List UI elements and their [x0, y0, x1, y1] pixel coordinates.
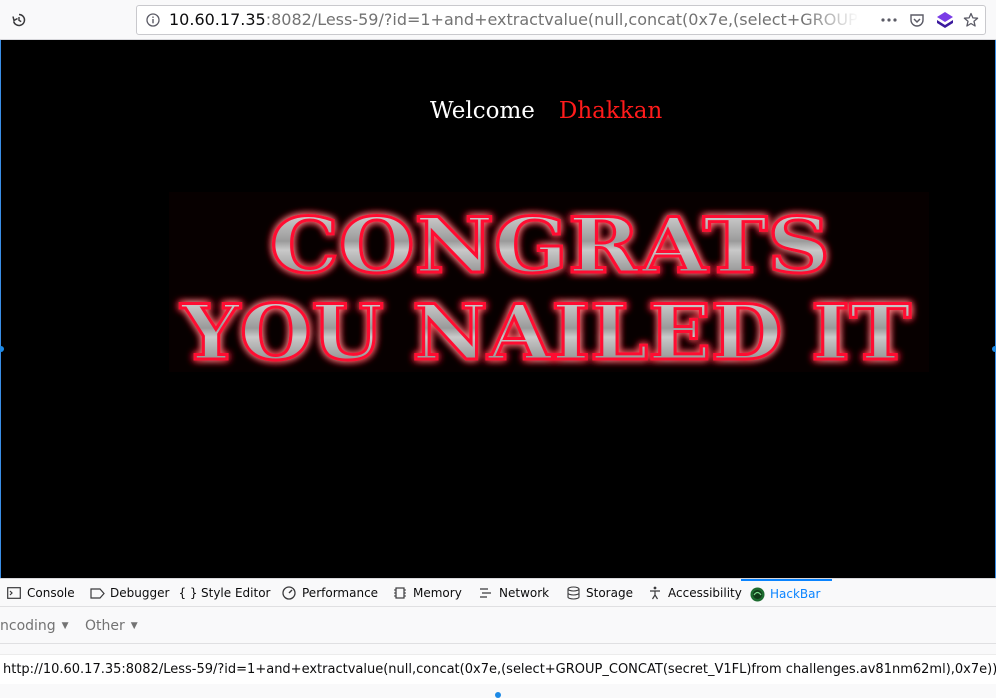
- other-menu[interactable]: Other ▼: [85, 608, 138, 644]
- style-editor-icon: { }: [178, 586, 198, 600]
- tab-label: Memory: [413, 586, 462, 600]
- resize-handle-left[interactable]: [0, 346, 4, 352]
- welcome-label: Welcome: [430, 98, 535, 124]
- resize-handle-right[interactable]: [992, 346, 996, 352]
- tab-label: Accessibility: [668, 586, 742, 600]
- banner-line2: YOU NAILED IT: [180, 288, 911, 372]
- history-icon[interactable]: [5, 6, 33, 34]
- hackbar-icon: [749, 586, 765, 602]
- tab-label: Performance: [302, 586, 379, 600]
- devtools-panel: Console Debugger { } Style Editor Perform…: [0, 578, 996, 698]
- encoding-menu[interactable]: ncoding ▼: [0, 608, 69, 644]
- storage-icon: [565, 585, 581, 601]
- tab-memory[interactable]: Memory: [392, 579, 462, 607]
- star-icon[interactable]: [957, 6, 985, 34]
- tab-console[interactable]: Console: [6, 579, 75, 607]
- memory-icon: [392, 585, 408, 601]
- performance-icon: [281, 585, 297, 601]
- extension-icon[interactable]: [931, 6, 959, 34]
- chevron-down-icon: ▼: [61, 621, 69, 631]
- tab-label: Style Editor: [201, 586, 271, 600]
- welcome-text: Welcome Dhakkan: [430, 98, 662, 124]
- tab-style-editor[interactable]: { } Style Editor: [178, 579, 271, 607]
- tab-debugger[interactable]: Debugger: [89, 579, 169, 607]
- tab-network[interactable]: Network: [478, 579, 549, 607]
- tab-label: Storage: [586, 586, 633, 600]
- more-icon[interactable]: [875, 6, 903, 34]
- tab-label: Debugger: [110, 586, 170, 600]
- debugger-icon: [89, 585, 105, 601]
- console-icon: [6, 585, 22, 601]
- user-name: Dhakkan: [558, 98, 663, 124]
- url-bar[interactable]: 10.60.17.35:8082/Less-59/?id=1+and+extra…: [136, 5, 986, 35]
- tab-label: Network: [499, 586, 550, 600]
- other-menu-label: Other: [85, 618, 125, 634]
- congrats-banner: CONGRATS YOU NAILED IT: [169, 192, 929, 372]
- network-icon: [478, 585, 494, 601]
- resize-handle-bottom[interactable]: [495, 692, 501, 698]
- hackbar-menu-row: ncoding ▼ Other ▼: [0, 608, 996, 644]
- url-host: 10.60.17.35: [169, 10, 266, 29]
- page-content: Welcome Dhakkan CONGRATS YOU NAILED IT: [0, 40, 996, 578]
- chevron-down-icon: ▼: [130, 621, 138, 631]
- tab-accessibility[interactable]: Accessibility: [647, 579, 742, 607]
- devtools-tabs: Console Debugger { } Style Editor Perform…: [0, 579, 996, 607]
- tab-label: Console: [27, 586, 75, 600]
- browser-toolbar: 10.60.17.35:8082/Less-59/?id=1+and+extra…: [0, 0, 996, 40]
- pocket-icon[interactable]: [903, 6, 931, 34]
- tab-storage[interactable]: Storage: [565, 579, 633, 607]
- tab-label: HackBar: [770, 587, 821, 601]
- url-path: :8082/Less-59/?id=1+and+extractvalue(nul…: [265, 10, 859, 29]
- url-text[interactable]: 10.60.17.35:8082/Less-59/?id=1+and+extra…: [169, 6, 859, 34]
- info-icon[interactable]: [139, 6, 167, 34]
- accessibility-icon: [647, 585, 663, 601]
- banner-line1: CONGRATS: [270, 201, 830, 290]
- tab-performance[interactable]: Performance: [281, 579, 378, 607]
- hackbar-url-input[interactable]: http://10.60.17.35:8082/Less-59/?id=1+an…: [0, 654, 996, 684]
- encoding-menu-label: ncoding: [0, 618, 56, 634]
- tab-hackbar[interactable]: HackBar: [741, 579, 833, 607]
